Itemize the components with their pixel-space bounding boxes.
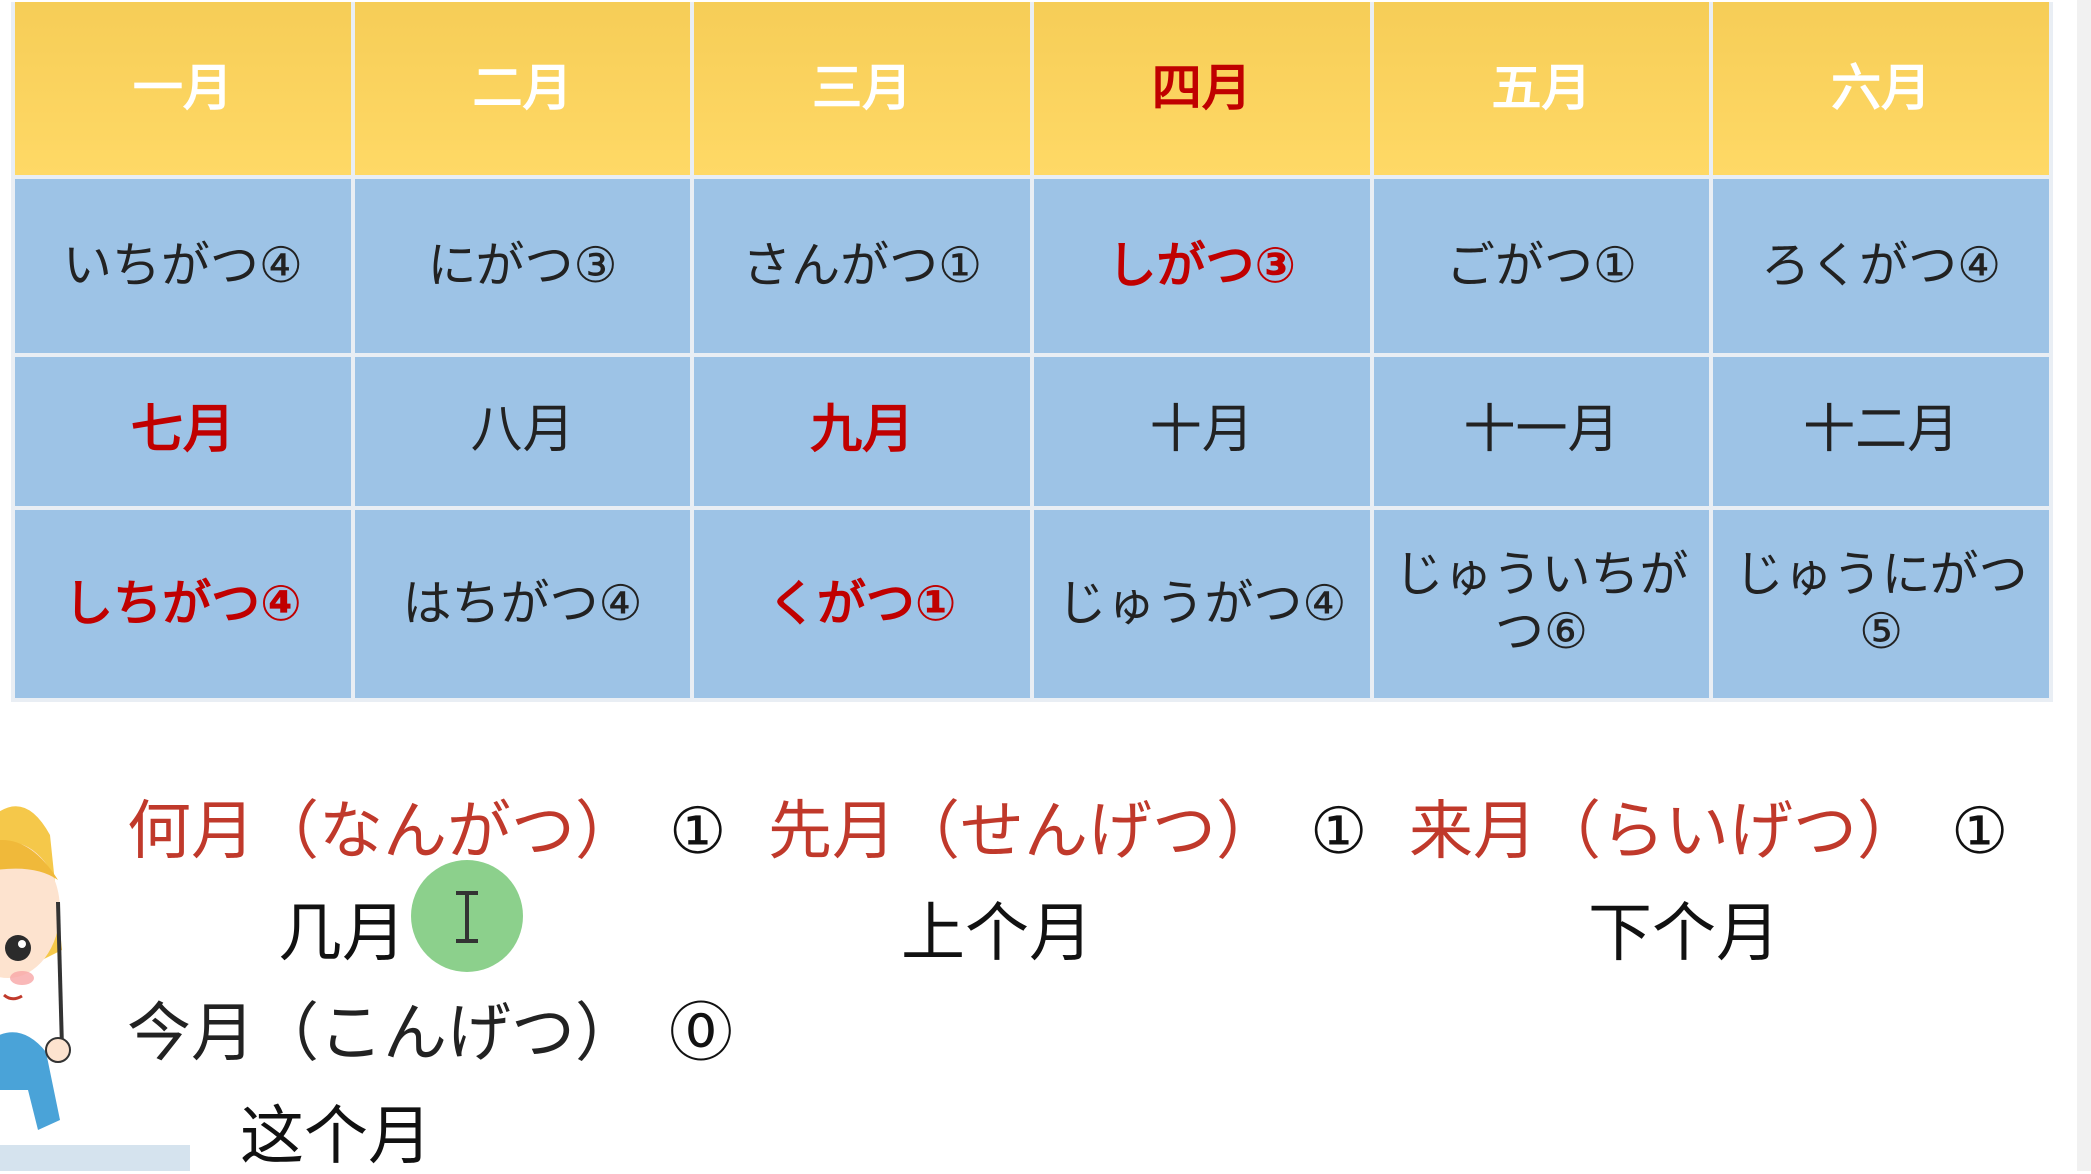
vocab-term: 今月（こんげつ）	[127, 997, 639, 1071]
reading-cell-12: じゅうにがつ⑤	[1709, 505, 2053, 703]
month-cell-12: 十二月	[1709, 353, 2053, 510]
reading-cell-8: はちがつ④	[350, 505, 695, 703]
month-cell-10: 十月	[1029, 353, 1374, 510]
month-cell-7: 七月	[11, 353, 355, 510]
meaning-sengetsu: 上个月	[901, 897, 1093, 971]
reading-cell-7: しちがつ④	[11, 505, 355, 703]
readings-row-1: いちがつ④ にがつ③ さんがつ① しがつ③ ごがつ① ろくがつ④	[11, 174, 2053, 358]
text-cursor-icon	[456, 891, 478, 943]
vocab-raigetsu: 来月（らいげつ） ①	[1409, 800, 2008, 864]
vocab-nangatsu: 何月（なんがつ） ①	[127, 800, 726, 864]
vocab-term: 何月（なんがつ）	[127, 795, 639, 869]
vocab-term: 来月（らいげつ）	[1409, 795, 1921, 869]
vocab-sengetsu: 先月（せんげつ） ①	[768, 800, 1367, 864]
reading-cell-1: いちがつ④	[11, 174, 355, 358]
month-cell-9: 九月	[690, 353, 1034, 510]
reading-cell-3: さんがつ①	[690, 174, 1034, 358]
month-cell-6: 六月	[1709, 2, 2053, 179]
readings-row-2: しちがつ④ はちがつ④ くがつ① じゅうがつ④ じゅういちがつ⑥ じゅうにがつ⑤	[11, 505, 2053, 703]
accent-mark: ①	[669, 795, 727, 869]
month-cell-1: 一月	[11, 2, 355, 179]
month-cell-4: 四月	[1029, 2, 1374, 179]
vocab-term: 先月（せんげつ）	[768, 795, 1280, 869]
meaning-kongetsu: 这个月	[240, 1100, 432, 1174]
month-cell-5: 五月	[1369, 2, 1714, 179]
reading-cell-5: ごがつ①	[1369, 174, 1714, 358]
meaning-raigetsu: 下个月	[1588, 897, 1780, 971]
accent-mark: ⓪	[669, 997, 733, 1071]
month-cell-2: 二月	[350, 2, 695, 179]
reading-cell-9: くがつ①	[690, 505, 1034, 703]
months-row-2: 七月 八月 九月 十月 十一月 十二月	[11, 353, 2053, 510]
accent-mark: ①	[1310, 795, 1368, 869]
reading-cell-2: にがつ③	[350, 174, 695, 358]
month-cell-8: 八月	[350, 353, 695, 510]
meaning-nangatsu: 几月	[278, 897, 406, 971]
months-table: 一月 二月 三月 四月 五月 六月 いちがつ④ にがつ③ さんがつ① しがつ③ …	[11, 2, 2053, 703]
reading-cell-10: じゅうがつ④	[1029, 505, 1374, 703]
reading-cell-4: しがつ③	[1029, 174, 1374, 358]
month-cell-3: 三月	[690, 2, 1034, 179]
reading-cell-11: じゅういちがつ⑥	[1369, 505, 1714, 703]
header-months-row: 一月 二月 三月 四月 五月 六月	[11, 2, 2053, 179]
accent-mark: ①	[1951, 795, 2009, 869]
teacher-figure-icon	[0, 806, 190, 1171]
month-cell-11: 十一月	[1369, 353, 1714, 510]
vocab-kongetsu: 今月（こんげつ） ⓪	[127, 1002, 733, 1066]
right-edge	[2077, 0, 2091, 1171]
reading-cell-6: ろくがつ④	[1709, 174, 2053, 358]
